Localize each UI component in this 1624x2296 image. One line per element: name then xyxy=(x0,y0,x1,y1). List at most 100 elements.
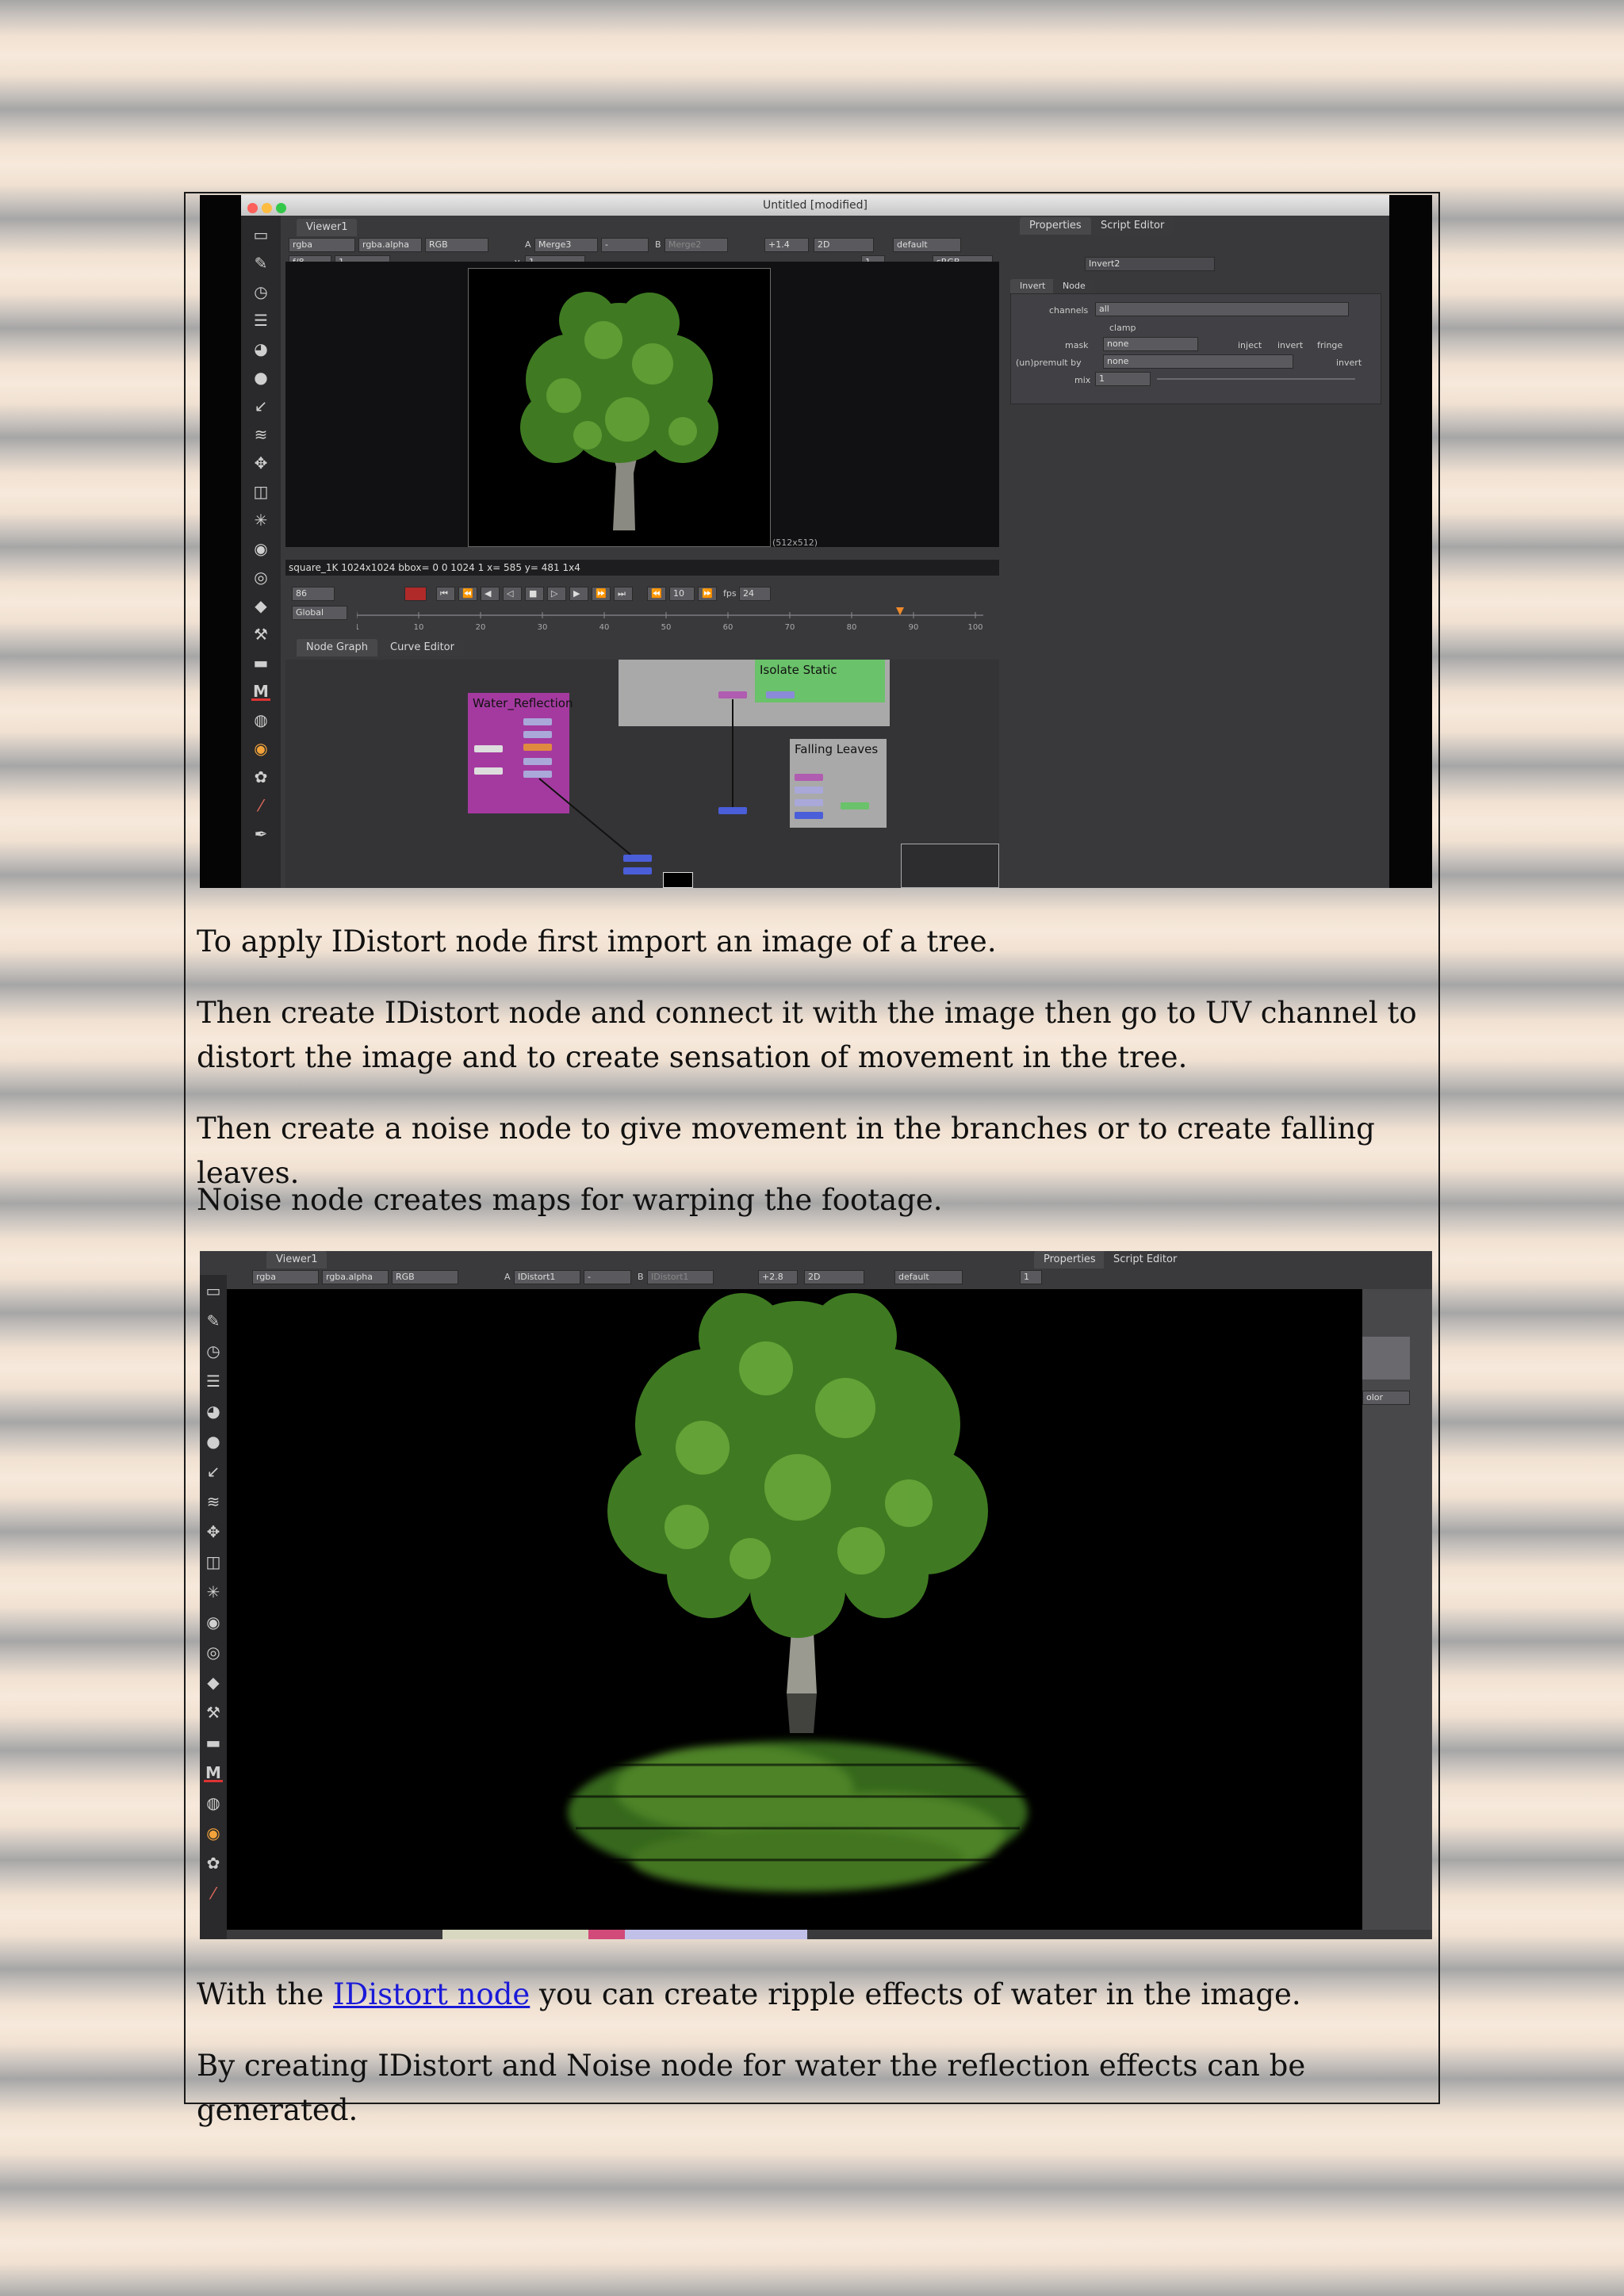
current-frame-field[interactable]: 86 xyxy=(292,587,335,601)
brush-icon[interactable]: ⁄ xyxy=(204,1884,223,1903)
first-frame-button[interactable]: ⏮ xyxy=(436,587,455,601)
channels-knob[interactable]: all xyxy=(1095,302,1349,316)
toolsets-icon[interactable]: ⚒ xyxy=(204,1703,223,1722)
pen-icon[interactable]: ✒ xyxy=(251,825,270,844)
views-icon[interactable]: ◎ xyxy=(251,568,270,587)
node[interactable] xyxy=(795,786,823,794)
viewer-canvas[interactable] xyxy=(227,1289,1362,1930)
minimize-icon[interactable] xyxy=(262,203,272,213)
node-graph-canvas[interactable]: Water_Reflection Isolate Static Falling … xyxy=(285,660,999,888)
color-icon[interactable]: ◕ xyxy=(204,1402,223,1421)
colorspace-dropdown[interactable]: RGB xyxy=(392,1270,458,1284)
particles-icon[interactable]: ✳ xyxy=(204,1582,223,1601)
color-button[interactable]: olor xyxy=(1362,1391,1410,1405)
alpha-dropdown[interactable]: rgba.alpha xyxy=(358,238,422,252)
channel-icon[interactable]: ☰ xyxy=(251,311,270,330)
lut-dropdown[interactable]: default xyxy=(894,1270,963,1284)
step-back-button[interactable]: ⏪ xyxy=(458,587,477,601)
next-frame-button[interactable]: ▶ xyxy=(569,587,588,601)
mix-slider[interactable] xyxy=(1157,378,1355,380)
idistort-node-link[interactable]: IDistort node xyxy=(333,1977,530,2011)
fps-field[interactable]: 24 xyxy=(739,587,771,601)
step-forward-button[interactable]: ⏩ xyxy=(592,587,611,601)
furnace-icon[interactable]: ◍ xyxy=(204,1793,223,1812)
skip-back-button[interactable]: ⏪ xyxy=(647,587,666,601)
other-icon[interactable]: ▬ xyxy=(251,653,270,672)
image-icon[interactable]: ▭ xyxy=(204,1281,223,1300)
m-icon[interactable]: M xyxy=(204,1763,223,1782)
viewer-canvas[interactable]: (512x512) xyxy=(285,262,999,548)
merge-icon[interactable]: ≋ xyxy=(251,425,270,444)
brush-icon[interactable]: ⁄ xyxy=(251,796,270,815)
record-button[interactable] xyxy=(404,587,427,601)
mix-field[interactable]: 1 xyxy=(1095,372,1151,386)
playhead-marker[interactable] xyxy=(896,607,904,615)
node[interactable] xyxy=(795,774,823,781)
input-a-dropdown[interactable]: Merge3 xyxy=(534,238,598,252)
views-icon[interactable]: ◎ xyxy=(204,1643,223,1662)
stop-button[interactable]: ■ xyxy=(525,587,544,601)
furnace-icon[interactable]: ◍ xyxy=(251,710,270,729)
view-mode-dropdown[interactable]: 2D xyxy=(804,1270,864,1284)
tab-invert[interactable]: Invert xyxy=(1010,279,1055,293)
properties-swatch[interactable] xyxy=(1362,1337,1410,1380)
keyer-icon[interactable]: ↙ xyxy=(251,396,270,415)
gain-field[interactable]: +2.8 xyxy=(758,1270,798,1284)
input-separator-dropdown[interactable]: - xyxy=(584,1270,631,1284)
time-icon[interactable]: ◷ xyxy=(204,1341,223,1360)
filter-icon[interactable]: ● xyxy=(204,1432,223,1451)
mask-dropdown[interactable]: none xyxy=(1103,337,1198,351)
timeline-ruler[interactable]: 1 10 20 30 40 50 60 70 80 90 100 xyxy=(357,604,991,634)
m-icon[interactable]: M xyxy=(251,682,270,701)
move-icon[interactable]: ✥ xyxy=(204,1522,223,1541)
tab-properties[interactable]: Properties xyxy=(1034,1251,1105,1269)
prev-frame-button[interactable]: ◀ xyxy=(481,587,500,601)
node-name-field[interactable]: Invert2 xyxy=(1085,257,1215,271)
input-b-dropdown[interactable]: IDistort1 xyxy=(647,1270,714,1284)
tab-script-editor[interactable]: Script Editor xyxy=(1091,217,1174,235)
alpha-dropdown[interactable]: rgba.alpha xyxy=(322,1270,389,1284)
panel-count-field[interactable]: 1 xyxy=(1020,1270,1042,1284)
metadata-icon[interactable]: ◆ xyxy=(204,1673,223,1692)
tab-viewer1[interactable]: Viewer1 xyxy=(266,1251,327,1269)
tab-node[interactable]: Node xyxy=(1053,279,1095,293)
other-icon[interactable]: ▬ xyxy=(204,1733,223,1752)
particles-icon[interactable]: ✳ xyxy=(251,511,270,530)
step-field[interactable]: 10 xyxy=(669,587,695,601)
view-mode-dropdown[interactable]: 2D xyxy=(814,238,874,252)
metadata-icon[interactable]: ◆ xyxy=(251,596,270,615)
color-icon[interactable]: ◕ xyxy=(251,339,270,358)
colorspace-dropdown[interactable]: RGB xyxy=(425,238,488,252)
ocula-icon[interactable]: ◉ xyxy=(251,739,270,758)
tab-script-editor[interactable]: Script Editor xyxy=(1104,1251,1187,1269)
3d-icon[interactable]: ◫ xyxy=(204,1552,223,1571)
node[interactable] xyxy=(623,867,652,874)
image-icon[interactable]: ▭ xyxy=(251,225,270,244)
gain-field[interactable]: +1.4 xyxy=(764,238,809,252)
tab-curve-editor[interactable]: Curve Editor xyxy=(381,639,464,656)
viewer-node[interactable] xyxy=(663,872,693,888)
premult-dropdown[interactable]: none xyxy=(1103,354,1293,369)
input-b-dropdown[interactable]: Merge2 xyxy=(665,238,728,252)
gizmo-icon[interactable]: ✿ xyxy=(204,1854,223,1873)
global-dropdown[interactable]: Global xyxy=(292,606,347,620)
filter-icon[interactable]: ● xyxy=(251,368,270,387)
move-icon[interactable]: ✥ xyxy=(251,453,270,473)
input-separator-dropdown[interactable]: - xyxy=(601,238,649,252)
input-a-dropdown[interactable]: IDistort1 xyxy=(514,1270,580,1284)
channel-icon[interactable]: ☰ xyxy=(204,1372,223,1391)
tab-properties[interactable]: Properties xyxy=(1020,217,1091,235)
play-reverse-button[interactable]: ◁ xyxy=(503,587,522,601)
channels-dropdown[interactable]: rgba xyxy=(252,1270,319,1284)
navigator-minimap[interactable] xyxy=(901,844,999,888)
lut-dropdown[interactable]: default xyxy=(893,238,961,252)
channels-dropdown[interactable]: rgba xyxy=(289,238,355,252)
maximize-icon[interactable] xyxy=(276,203,286,213)
paint-icon[interactable]: ✎ xyxy=(204,1311,223,1330)
toolsets-icon[interactable]: ⚒ xyxy=(251,625,270,644)
merge-icon[interactable]: ≋ xyxy=(204,1492,223,1511)
time-icon[interactable]: ◷ xyxy=(251,282,270,301)
deep-icon[interactable]: ◉ xyxy=(204,1613,223,1632)
keyer-icon[interactable]: ↙ xyxy=(204,1462,223,1481)
tab-node-graph[interactable]: Node Graph xyxy=(297,639,377,656)
